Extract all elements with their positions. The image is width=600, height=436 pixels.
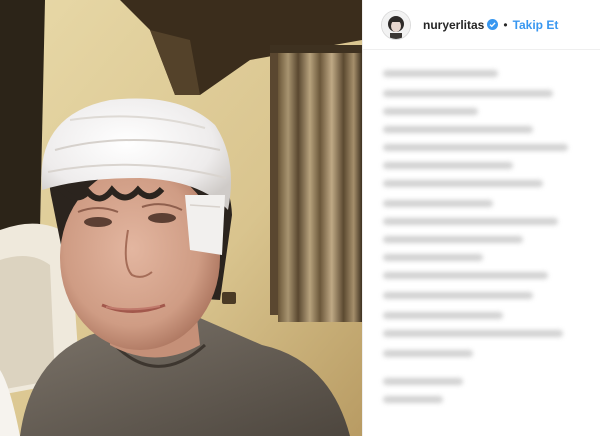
blurred-text-line — [383, 180, 543, 187]
blurred-text-line — [383, 330, 563, 337]
photo-illustration — [0, 0, 362, 436]
blurred-text-line — [383, 218, 558, 225]
blurred-text-line — [383, 144, 568, 151]
post-photo[interactable] — [0, 0, 362, 436]
blurred-text-line — [383, 70, 498, 77]
profile-avatar[interactable] — [381, 9, 411, 40]
blurred-text-line — [383, 254, 483, 261]
follow-button[interactable]: Takip Et — [513, 18, 559, 32]
blurred-text-line — [383, 108, 478, 115]
blurred-caption — [363, 50, 600, 436]
blurred-text-line — [383, 90, 553, 97]
blurred-text-line — [383, 272, 548, 279]
post-sidebar: nuryerlitas • Takip Et — [362, 0, 600, 436]
username[interactable]: nuryerlitas — [423, 18, 484, 32]
blurred-text-line — [383, 200, 493, 207]
blurred-text-line — [383, 350, 473, 357]
blurred-text-line — [383, 126, 533, 133]
blurred-text-line — [383, 396, 443, 403]
verified-badge-icon — [487, 19, 499, 30]
avatar-image — [382, 10, 410, 39]
separator-dot: • — [503, 17, 508, 32]
blurred-text-line — [383, 292, 533, 299]
blurred-text-line — [383, 162, 513, 169]
blurred-text-line — [383, 312, 503, 319]
blurred-text-line — [383, 236, 523, 243]
instagram-post: nuryerlitas • Takip Et — [0, 0, 600, 436]
post-header: nuryerlitas • Takip Et — [363, 0, 600, 50]
blurred-text-line — [383, 378, 463, 385]
